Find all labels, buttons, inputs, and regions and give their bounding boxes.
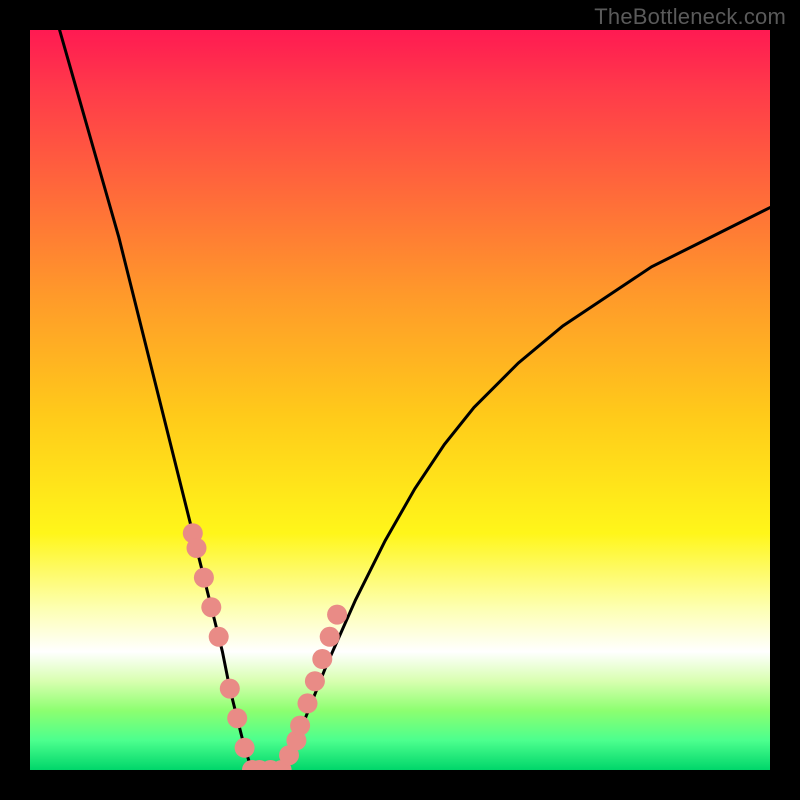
marker-dot — [298, 693, 318, 713]
curve-right — [282, 208, 770, 770]
curve-svg — [30, 30, 770, 770]
marker-group — [183, 523, 347, 770]
plot-area — [30, 30, 770, 770]
marker-dot — [305, 671, 325, 691]
marker-dot — [290, 716, 310, 736]
marker-dot — [194, 568, 214, 588]
chart-frame: TheBottleneck.com — [0, 0, 800, 800]
marker-dot — [327, 605, 347, 625]
curve-left — [60, 30, 252, 770]
watermark-text: TheBottleneck.com — [594, 4, 786, 30]
marker-dot — [235, 738, 255, 758]
marker-dot — [320, 627, 340, 647]
marker-dot — [209, 627, 229, 647]
marker-dot — [187, 538, 207, 558]
marker-dot — [312, 649, 332, 669]
marker-dot — [220, 679, 240, 699]
marker-dot — [201, 597, 221, 617]
marker-dot — [227, 708, 247, 728]
